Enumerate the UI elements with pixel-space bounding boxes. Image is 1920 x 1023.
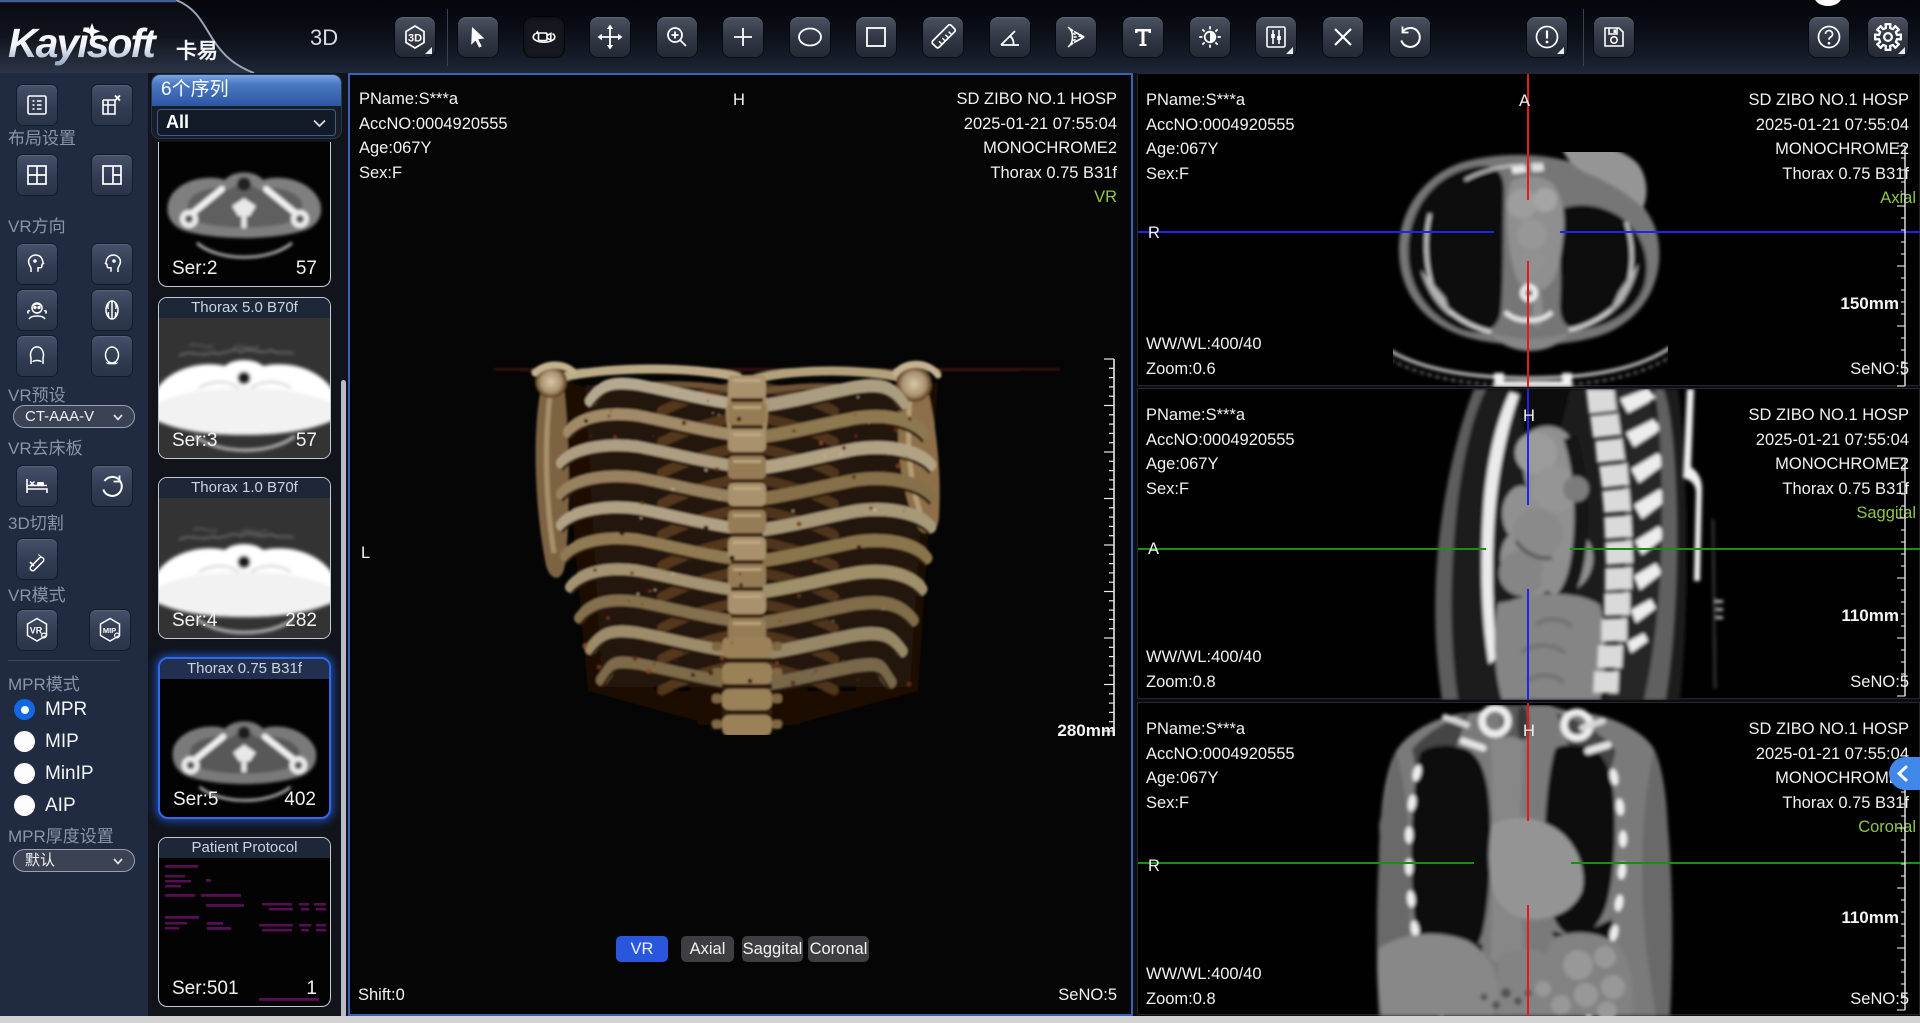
svg-text:Kayisoft: Kayisoft: [8, 20, 158, 66]
svg-text:卡易: 卡易: [176, 40, 218, 63]
svg-text:3D: 3D: [408, 33, 422, 45]
svg-text:VR: VR: [30, 626, 43, 636]
svg-text:MIP: MIP: [103, 626, 116, 635]
